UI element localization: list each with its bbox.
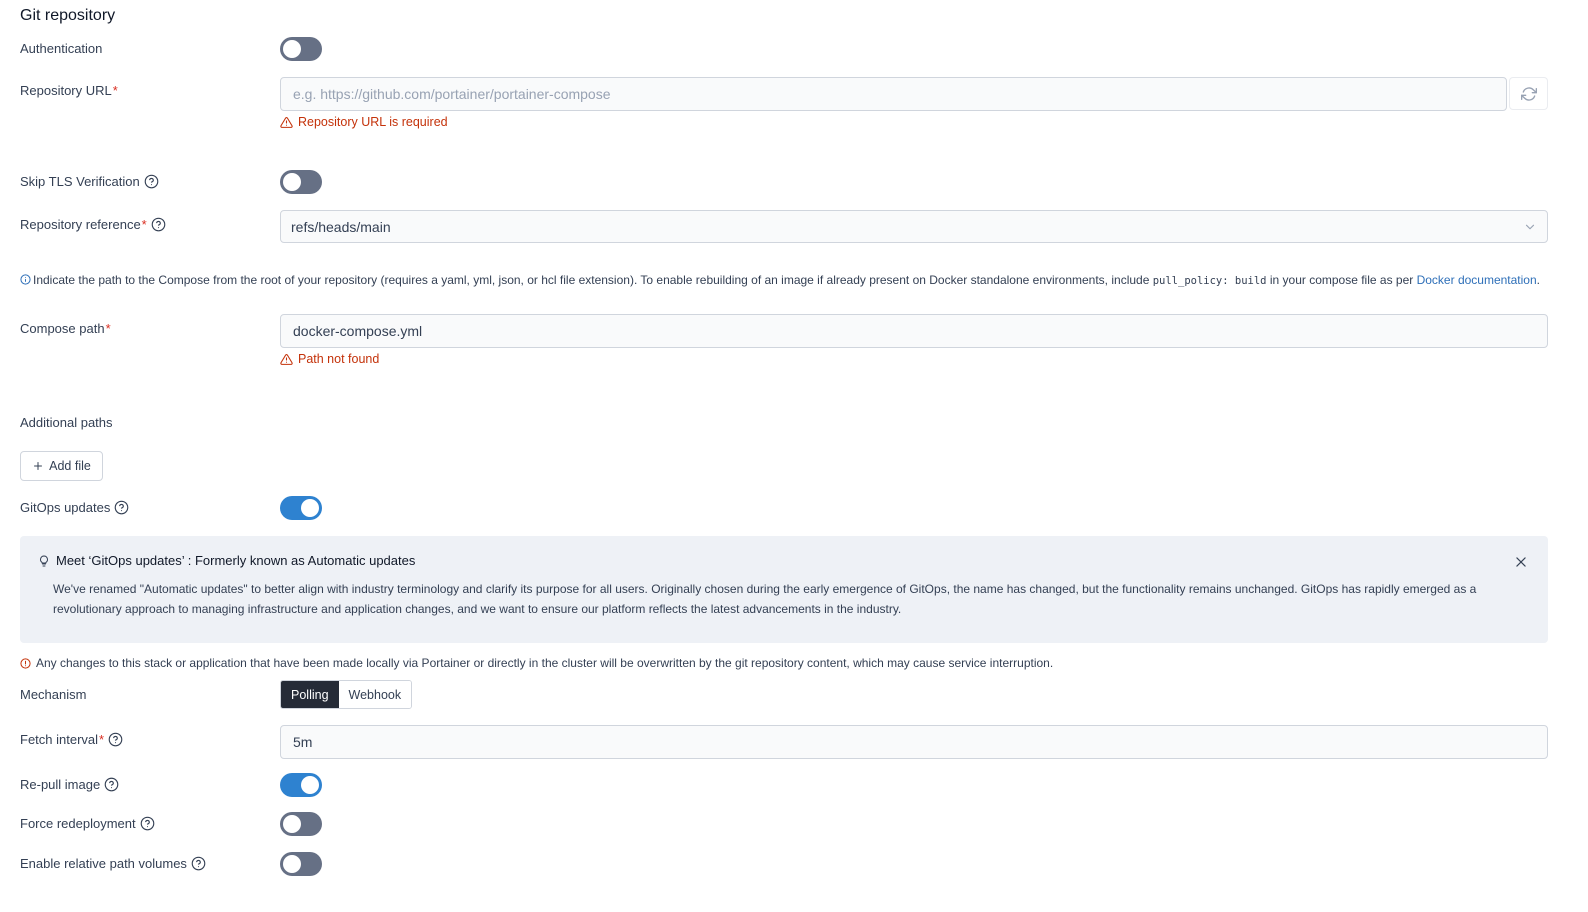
- mechanism-polling-option[interactable]: Polling: [281, 681, 339, 708]
- force-redeployment-label: Force redeployment: [20, 816, 155, 831]
- overwrite-warning: Any changes to this stack or application…: [20, 656, 1053, 670]
- help-icon[interactable]: [114, 500, 129, 515]
- warning-triangle-icon: [280, 116, 293, 128]
- relative-path-volumes-toggle[interactable]: [280, 852, 322, 876]
- mechanism-button-group: Polling Webhook: [280, 680, 413, 709]
- gitops-updates-label: GitOps updates: [20, 500, 129, 515]
- refresh-repository-button[interactable]: [1509, 77, 1548, 110]
- skip-tls-label: Skip TLS Verification: [20, 174, 159, 189]
- compose-path-input[interactable]: [280, 314, 1548, 348]
- compose-path-info: Indicate the path to the Compose from th…: [20, 272, 1550, 290]
- section-title: Git repository: [20, 7, 116, 24]
- info-icon: [20, 274, 31, 285]
- repository-url-error: Repository URL is required: [280, 115, 448, 129]
- repull-image-toggle[interactable]: [280, 773, 322, 797]
- repository-url-label: Repository URL *: [20, 83, 118, 98]
- authentication-label: Authentication: [20, 41, 103, 56]
- banner-title: Meet ‘GitOps updates’ : Formerly known a…: [38, 553, 415, 568]
- alert-circle-icon: [20, 657, 31, 669]
- skip-tls-toggle[interactable]: [280, 170, 322, 194]
- help-icon[interactable]: [104, 777, 119, 792]
- pull-policy-code: pull_policy: build: [1152, 275, 1267, 287]
- repository-reference-label: Repository reference *: [20, 217, 166, 232]
- mechanism-webhook-option[interactable]: Webhook: [338, 681, 412, 708]
- force-redeployment-toggle[interactable]: [280, 812, 322, 836]
- docker-documentation-link[interactable]: Docker documentation: [1417, 273, 1537, 287]
- repository-reference-select[interactable]: refs/heads/main: [280, 210, 1548, 243]
- fetch-interval-label: Fetch interval *: [20, 732, 123, 747]
- help-icon[interactable]: [144, 174, 159, 189]
- plus-icon: [34, 462, 43, 470]
- authentication-toggle[interactable]: [280, 37, 322, 61]
- warning-triangle-icon: [280, 353, 293, 365]
- close-icon: [1516, 557, 1526, 567]
- fetch-interval-input[interactable]: [280, 725, 1548, 759]
- chevron-down-icon: [1525, 224, 1535, 229]
- banner-body: We've renamed "Automatic updates" to bet…: [53, 582, 1477, 616]
- gitops-rename-banner: Meet ‘GitOps updates’ : Formerly known a…: [20, 536, 1548, 643]
- add-file-button[interactable]: Add file: [20, 451, 103, 481]
- mechanism-label: Mechanism: [20, 687, 87, 702]
- close-banner-button[interactable]: [1514, 555, 1528, 569]
- help-icon[interactable]: [140, 816, 155, 831]
- additional-paths-label: Additional paths: [20, 415, 113, 430]
- help-icon[interactable]: [191, 856, 206, 871]
- relative-path-volumes-label: Enable relative path volumes: [20, 856, 206, 871]
- refresh-icon: [1520, 86, 1537, 101]
- repull-image-label: Re-pull image: [20, 777, 119, 792]
- gitops-updates-toggle[interactable]: [280, 496, 322, 520]
- help-icon[interactable]: [108, 732, 123, 747]
- compose-path-error: Path not found: [280, 352, 379, 366]
- lightbulb-icon: [40, 555, 48, 566]
- compose-path-label: Compose path *: [20, 321, 111, 336]
- repository-url-input[interactable]: [280, 77, 1507, 111]
- help-icon[interactable]: [151, 217, 166, 232]
